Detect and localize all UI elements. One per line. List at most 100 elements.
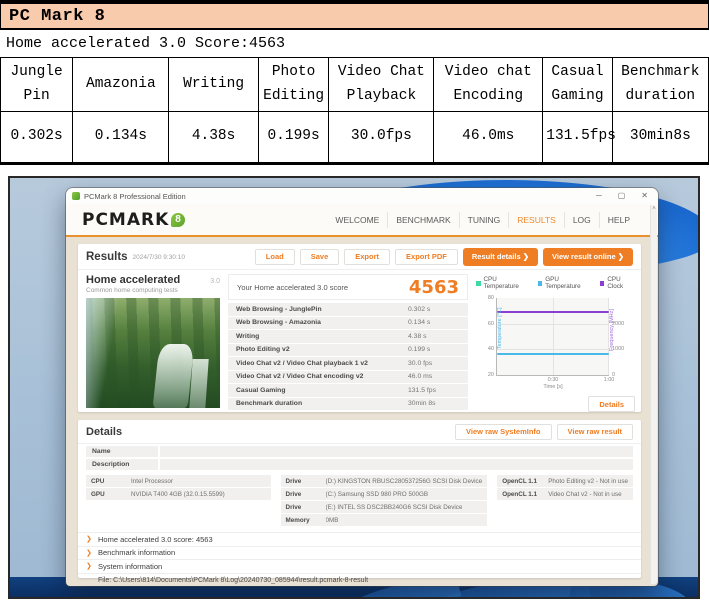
pcmark-screenshot: PCMark 8 Professional Edition ─ ▢ ✕ PCMA… [8, 176, 700, 599]
test-info-column: Home accelerated 3.0 Common home computi… [86, 274, 220, 408]
description-row: Description [86, 459, 633, 470]
y-axis-tick: 60 [488, 321, 494, 327]
view-raw-systeminfo-button[interactable]: View raw SystemInfo [455, 424, 551, 440]
close-button[interactable]: ✕ [641, 192, 648, 200]
expand-row-benchmark-info[interactable]: ❯ Benchmark information [78, 547, 641, 561]
save-button[interactable]: Save [300, 249, 340, 265]
table-value-cell: 46.0ms [434, 112, 543, 164]
export-pdf-button[interactable]: Export PDF [395, 249, 458, 265]
menu-results[interactable]: RESULTS [508, 212, 564, 228]
gpu-temperature-swatch-icon [538, 281, 543, 286]
name-row: Name [86, 446, 633, 457]
score-rows: Web Browsing - JunglePin0.302 s Web Brow… [228, 303, 468, 410]
gpu-temperature-line [497, 353, 609, 355]
table-header-cell: Video Chat Playback [329, 58, 434, 112]
spec-gpu: GPUNVIDIA T400 4GB (32.0.15.5599) [86, 488, 271, 500]
score-row: Photo Editing v20.199 s [228, 344, 468, 357]
benchmark-report: PC Mark 8 Home accelerated 3.0 Score:456… [0, 0, 709, 165]
expand-chevron-icon: ❯ [86, 535, 98, 543]
name-label: Name [86, 446, 158, 457]
view-result-online-button[interactable]: View result online ❯ [543, 248, 633, 266]
table-value-cell: 4.38s [169, 112, 258, 164]
x-axis-label: Time [s] [543, 384, 562, 390]
table-header-cell: Writing [169, 58, 258, 112]
window-scrollbar[interactable]: ˄ [650, 205, 657, 584]
table-header-cell: Jungle Pin [1, 58, 73, 112]
cpu-temperature-swatch-icon [476, 281, 481, 286]
table-header-row: Jungle Pin Amazonia Writing Photo Editin… [1, 58, 709, 112]
results-panel: Results 2024/7/30 9:30:10 Load Save Expo… [78, 244, 641, 412]
maximize-button[interactable]: ▢ [618, 192, 626, 200]
score-label: Your Home accelerated 3.0 score [237, 283, 348, 292]
expand-row-system-info[interactable]: ❯ System information [78, 560, 641, 574]
description-value [160, 459, 633, 470]
window-titlebar[interactable]: PCMark 8 Professional Edition ─ ▢ ✕ [66, 188, 658, 204]
window-title: PCMark 8 Professional Edition [84, 192, 596, 201]
report-title: PC Mark 8 [9, 7, 105, 26]
spec-opencl: OpenCL 1.1Photo Editing v2 - Not in use [497, 475, 633, 487]
benchmark-table: Jungle Pin Amazonia Writing Photo Editin… [0, 57, 709, 165]
description-label: Description [86, 459, 158, 470]
app-header: PCMARK 8 WELCOME BENCHMARK TUNING RESULT… [66, 204, 658, 237]
menu-help[interactable]: HELP [599, 212, 638, 228]
table-value-cell: 0.134s [73, 112, 169, 164]
result-thumbnail-image [86, 298, 220, 408]
table-header-cell: Benchmark duration [612, 58, 708, 112]
result-sections: ❯ Home accelerated 3.0 score: 4563 ❯ Ben… [78, 532, 641, 587]
view-raw-result-button[interactable]: View raw result [557, 424, 633, 440]
menu-benchmark[interactable]: BENCHMARK [387, 212, 458, 228]
spec-memory: Memory0MB [281, 514, 488, 526]
pcmark-logo: PCMARK 8 [82, 210, 185, 230]
name-value [160, 446, 633, 457]
test-name: Home accelerated [86, 274, 180, 286]
menu-welcome[interactable]: WELCOME [327, 212, 387, 228]
minimize-button[interactable]: ─ [596, 192, 602, 200]
cpu-clock-line [497, 311, 609, 313]
load-button[interactable]: Load [255, 249, 295, 265]
result-file-path: File: C:\Users\814\Documents\PCMark 8\Lo… [78, 574, 641, 587]
results-title: Results [86, 251, 128, 263]
spec-drive: Drive(E:) INTEL SS DSC2BB240G6 SCSI Disk… [281, 501, 488, 513]
result-details-button[interactable]: Result details ❯ [463, 248, 538, 266]
expand-row-score[interactable]: ❯ Home accelerated 3.0 score: 4563 [78, 533, 641, 547]
table-header-cell: Amazonia [73, 58, 169, 112]
y-axis-tick: 20 [488, 372, 494, 378]
monitoring-chart-column: CPU Temperature GPU Temperature CPU Cloc… [476, 274, 635, 410]
spec-drive: Drive(D:) KINGSTON RBUSC280537256G SCSI … [281, 475, 488, 487]
table-value-cell: 131.5fps [543, 112, 612, 164]
menu-log[interactable]: LOG [564, 212, 599, 228]
score-row: Writing4.38 s [228, 330, 468, 343]
legend-cpu-clock: CPU Clock [600, 276, 635, 290]
score-row: Web Browsing - JunglePin0.302 s [228, 303, 468, 316]
pcmark-app-icon [72, 192, 80, 200]
expand-chevron-icon: ❯ [86, 562, 98, 570]
score-row: Benchmark duration30min 8s [228, 398, 468, 411]
spec-drive: Drive(C:) Samsung SSD 980 PRO 500GB [281, 488, 488, 500]
chart-plot-area: 80 60 40 20 2000 1000 0 0:30 1:00 Time [… [496, 298, 609, 376]
cpu-clock-swatch-icon [600, 281, 604, 286]
pcmark-window: PCMark 8 Professional Edition ─ ▢ ✕ PCMA… [66, 188, 658, 586]
table-header-cell: Casual Gaming [543, 58, 612, 112]
table-value-cell: 30min8s [612, 112, 708, 164]
table-value-cell: 0.302s [1, 112, 73, 164]
table-value-cell: 0.199s [258, 112, 329, 164]
legend-cpu-temperature: CPU Temperature [476, 276, 529, 290]
details-title: Details [86, 426, 122, 438]
test-description: Common home computing tests [86, 287, 220, 294]
report-title-bar: PC Mark 8 [0, 0, 709, 30]
x-axis-tick: 0:30 [548, 377, 559, 383]
results-timestamp: 2024/7/30 9:30:10 [133, 254, 185, 261]
test-version: 3.0 [210, 278, 220, 285]
table-header-cell: Video chat Encoding [434, 58, 543, 112]
score-row: Video Chat v2 / Video Chat encoding v246… [228, 371, 468, 384]
score-column: Your Home accelerated 3.0 score 4563 Web… [228, 274, 468, 411]
scroll-up-icon[interactable]: ˄ [651, 206, 657, 212]
left-axis-label: Temperature [°C] [497, 307, 503, 349]
pcmark-8-badge-icon: 8 [171, 213, 185, 227]
menu-tuning[interactable]: TUNING [459, 212, 509, 228]
export-button[interactable]: Export [344, 249, 390, 265]
spec-opencl: OpenCL 1.1Video Chat v2 - Not in use [497, 488, 633, 500]
score-value: 4563 [409, 277, 459, 298]
details-panel-header: Details View raw SystemInfo View raw res… [78, 420, 641, 444]
chart-details-button[interactable]: Details [588, 396, 635, 412]
